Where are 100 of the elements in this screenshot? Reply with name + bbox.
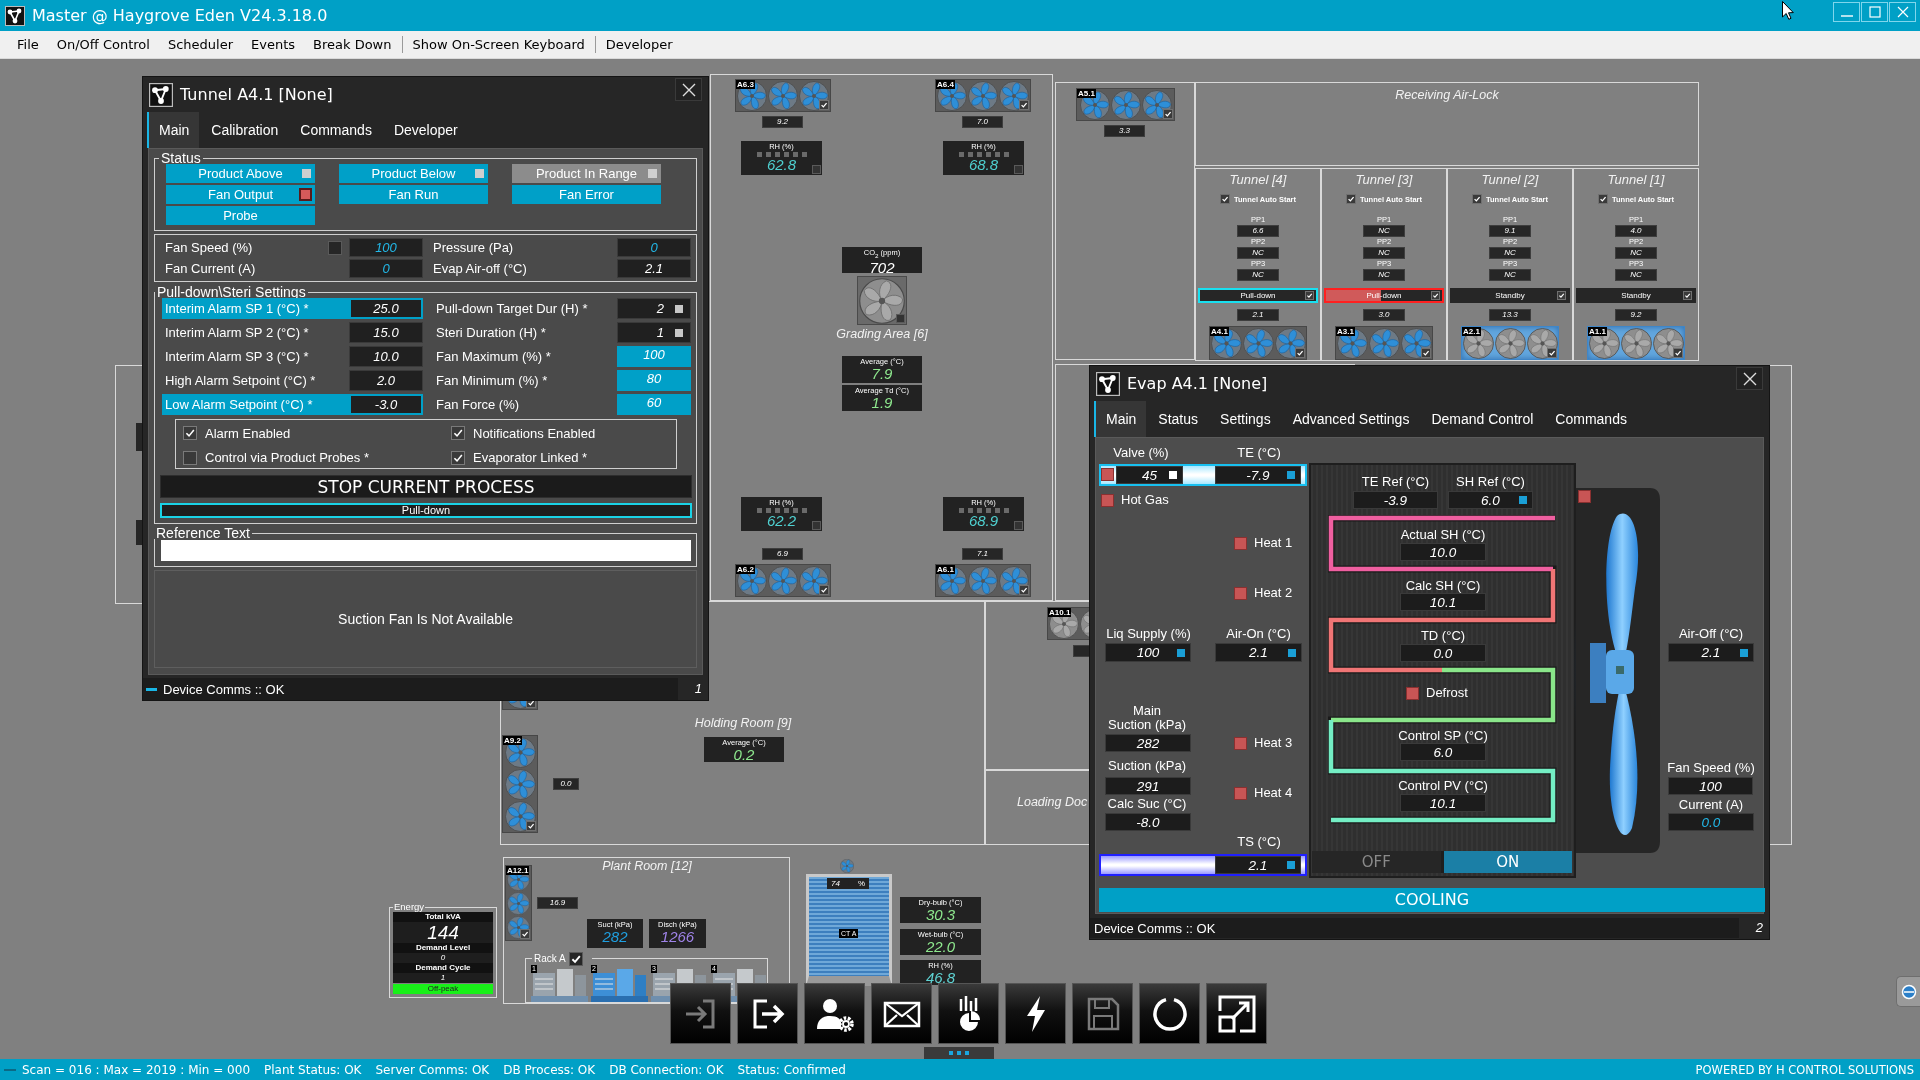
checkbox-icon[interactable]	[328, 240, 342, 255]
tab[interactable]: Status	[1146, 401, 1209, 437]
tick-icon[interactable]	[1421, 348, 1431, 358]
tick-icon[interactable]	[451, 450, 465, 465]
tick-icon[interactable]	[183, 426, 197, 440]
value-field[interactable]: 2.1	[1215, 856, 1301, 874]
close-button[interactable]	[675, 78, 702, 101]
value-field[interactable]: 0.0	[1668, 813, 1754, 831]
toolbar-button[interactable]	[1005, 983, 1066, 1044]
menu-item[interactable]: Break Down	[304, 35, 401, 54]
tick-icon[interactable]	[1431, 291, 1440, 300]
more-button[interactable]	[924, 1047, 994, 1059]
value-field[interactable]: 1	[617, 322, 691, 343]
tick-icon[interactable]	[526, 821, 536, 831]
tick-icon[interactable]	[451, 426, 465, 440]
tab[interactable]: Main	[1094, 401, 1147, 437]
menu-item[interactable]: Scheduler	[158, 35, 243, 54]
value-field[interactable]: 10.1	[1400, 794, 1486, 812]
value-field[interactable]: 2.0	[349, 370, 423, 391]
value-field[interactable]: 10.1	[1400, 593, 1486, 611]
tab[interactable]: Main	[147, 112, 200, 148]
value-field[interactable]: 100	[1105, 643, 1191, 662]
process-status: Pull-down	[160, 503, 692, 518]
value-field[interactable]: 0.0	[1400, 644, 1486, 662]
value-field[interactable]: 2	[617, 298, 691, 319]
toolbar-button[interactable]	[938, 983, 999, 1044]
fan-tag: A3.1	[1336, 327, 1355, 336]
tick-icon[interactable]	[1295, 348, 1305, 358]
tick-icon[interactable]	[1471, 194, 1482, 204]
sensor-value: 7.9	[871, 366, 893, 381]
field-label: Actual SH (°C)	[1400, 528, 1486, 542]
value-field[interactable]: 2.1	[1215, 643, 1302, 662]
tick-icon[interactable]	[1547, 348, 1557, 358]
tick-icon[interactable]	[1345, 194, 1356, 204]
menu-item[interactable]: Developer	[596, 35, 682, 54]
reading-value: 7.1	[962, 548, 1003, 560]
tick-icon[interactable]	[520, 929, 530, 939]
value-field[interactable]: 100	[1668, 777, 1753, 795]
value-field[interactable]: -3.0	[349, 394, 423, 415]
value-field[interactable]: 15.0	[349, 322, 423, 343]
value-field[interactable]: -3.9	[1353, 491, 1438, 509]
tab[interactable]: Settings	[1208, 401, 1281, 437]
menu-item[interactable]: File	[8, 35, 48, 54]
tick-icon[interactable]	[819, 585, 829, 595]
value-field[interactable]: 10.0	[349, 346, 423, 367]
menu-item[interactable]: Events	[242, 35, 305, 54]
device-number: 2	[1739, 918, 1769, 938]
tunnel-status-button[interactable]: Pull-down	[1198, 288, 1318, 303]
value-field[interactable]: 45	[1116, 466, 1183, 484]
tick-icon[interactable]	[1557, 291, 1566, 300]
side-panel-tab[interactable]	[1896, 976, 1920, 1007]
close-button[interactable]	[1736, 367, 1763, 390]
menu-item[interactable]: Show On-Screen Keyboard	[403, 35, 594, 54]
tab[interactable]: Commands	[1543, 401, 1637, 437]
setting-label: High Alarm Setpoint (°C) *	[164, 372, 317, 390]
value-field[interactable]: -8.0	[1105, 813, 1191, 831]
tick-icon[interactable]	[1019, 100, 1029, 110]
tick-icon[interactable]	[1219, 194, 1230, 204]
toolbar-button[interactable]	[737, 983, 798, 1044]
tick-icon[interactable]	[1163, 109, 1173, 119]
value-field[interactable]: 6.0	[1448, 491, 1533, 509]
sensor-value: 22.0	[925, 939, 956, 955]
tick-icon[interactable]	[1019, 585, 1029, 595]
tab[interactable]: Demand Control	[1419, 401, 1544, 437]
menu-item[interactable]: On/Off Control	[47, 35, 159, 54]
status-square-icon	[675, 329, 683, 337]
indicator-label: Defrost	[1426, 686, 1468, 700]
tick-icon[interactable]	[568, 952, 583, 966]
toolbar-button[interactable]	[1206, 983, 1267, 1044]
toolbar-button[interactable]	[804, 983, 865, 1044]
tick-icon[interactable]	[1305, 291, 1314, 300]
tick-icon[interactable]	[1683, 291, 1692, 300]
toolbar-button[interactable]	[871, 983, 932, 1044]
tunnel-status-button[interactable]: Standby	[1576, 288, 1696, 303]
stop-button[interactable]: STOP CURRENT PROCESS	[160, 475, 692, 498]
value-field[interactable]: 10.0	[1400, 543, 1486, 561]
tab[interactable]: Calibration	[199, 112, 289, 148]
value-field[interactable]: 291	[1105, 777, 1191, 795]
tick-icon[interactable]	[819, 100, 829, 110]
toggle-option[interactable]: ON	[1443, 851, 1572, 873]
tab[interactable]: Advanced Settings	[1280, 401, 1420, 437]
reading-value: 13.3	[1489, 309, 1531, 321]
toggle-option[interactable]: OFF	[1312, 851, 1441, 873]
tunnel-status-button[interactable]: Standby	[1450, 288, 1570, 303]
minimize-icon	[1840, 15, 1853, 17]
tick-icon[interactable]	[1597, 194, 1608, 204]
reading-label: Evap Air-off (°C)	[433, 261, 528, 276]
value-field[interactable]: 6.0	[1400, 743, 1486, 761]
tab[interactable]: Developer	[381, 112, 468, 148]
value-field[interactable]: 282	[1105, 734, 1191, 752]
checkbox-icon[interactable]	[183, 450, 197, 465]
fan-tag: A2.1	[1462, 327, 1481, 336]
tick-icon[interactable]	[1673, 348, 1683, 358]
toolbar-button[interactable]	[1139, 983, 1200, 1044]
value-field[interactable]: 2.1	[1668, 643, 1754, 662]
value-field[interactable]: -7.9	[1215, 466, 1301, 484]
field-label: TD (°C)	[1420, 629, 1466, 643]
value-field[interactable]: 25.0	[349, 298, 423, 319]
tab[interactable]: Commands	[288, 112, 382, 148]
input-field[interactable]	[161, 540, 691, 561]
